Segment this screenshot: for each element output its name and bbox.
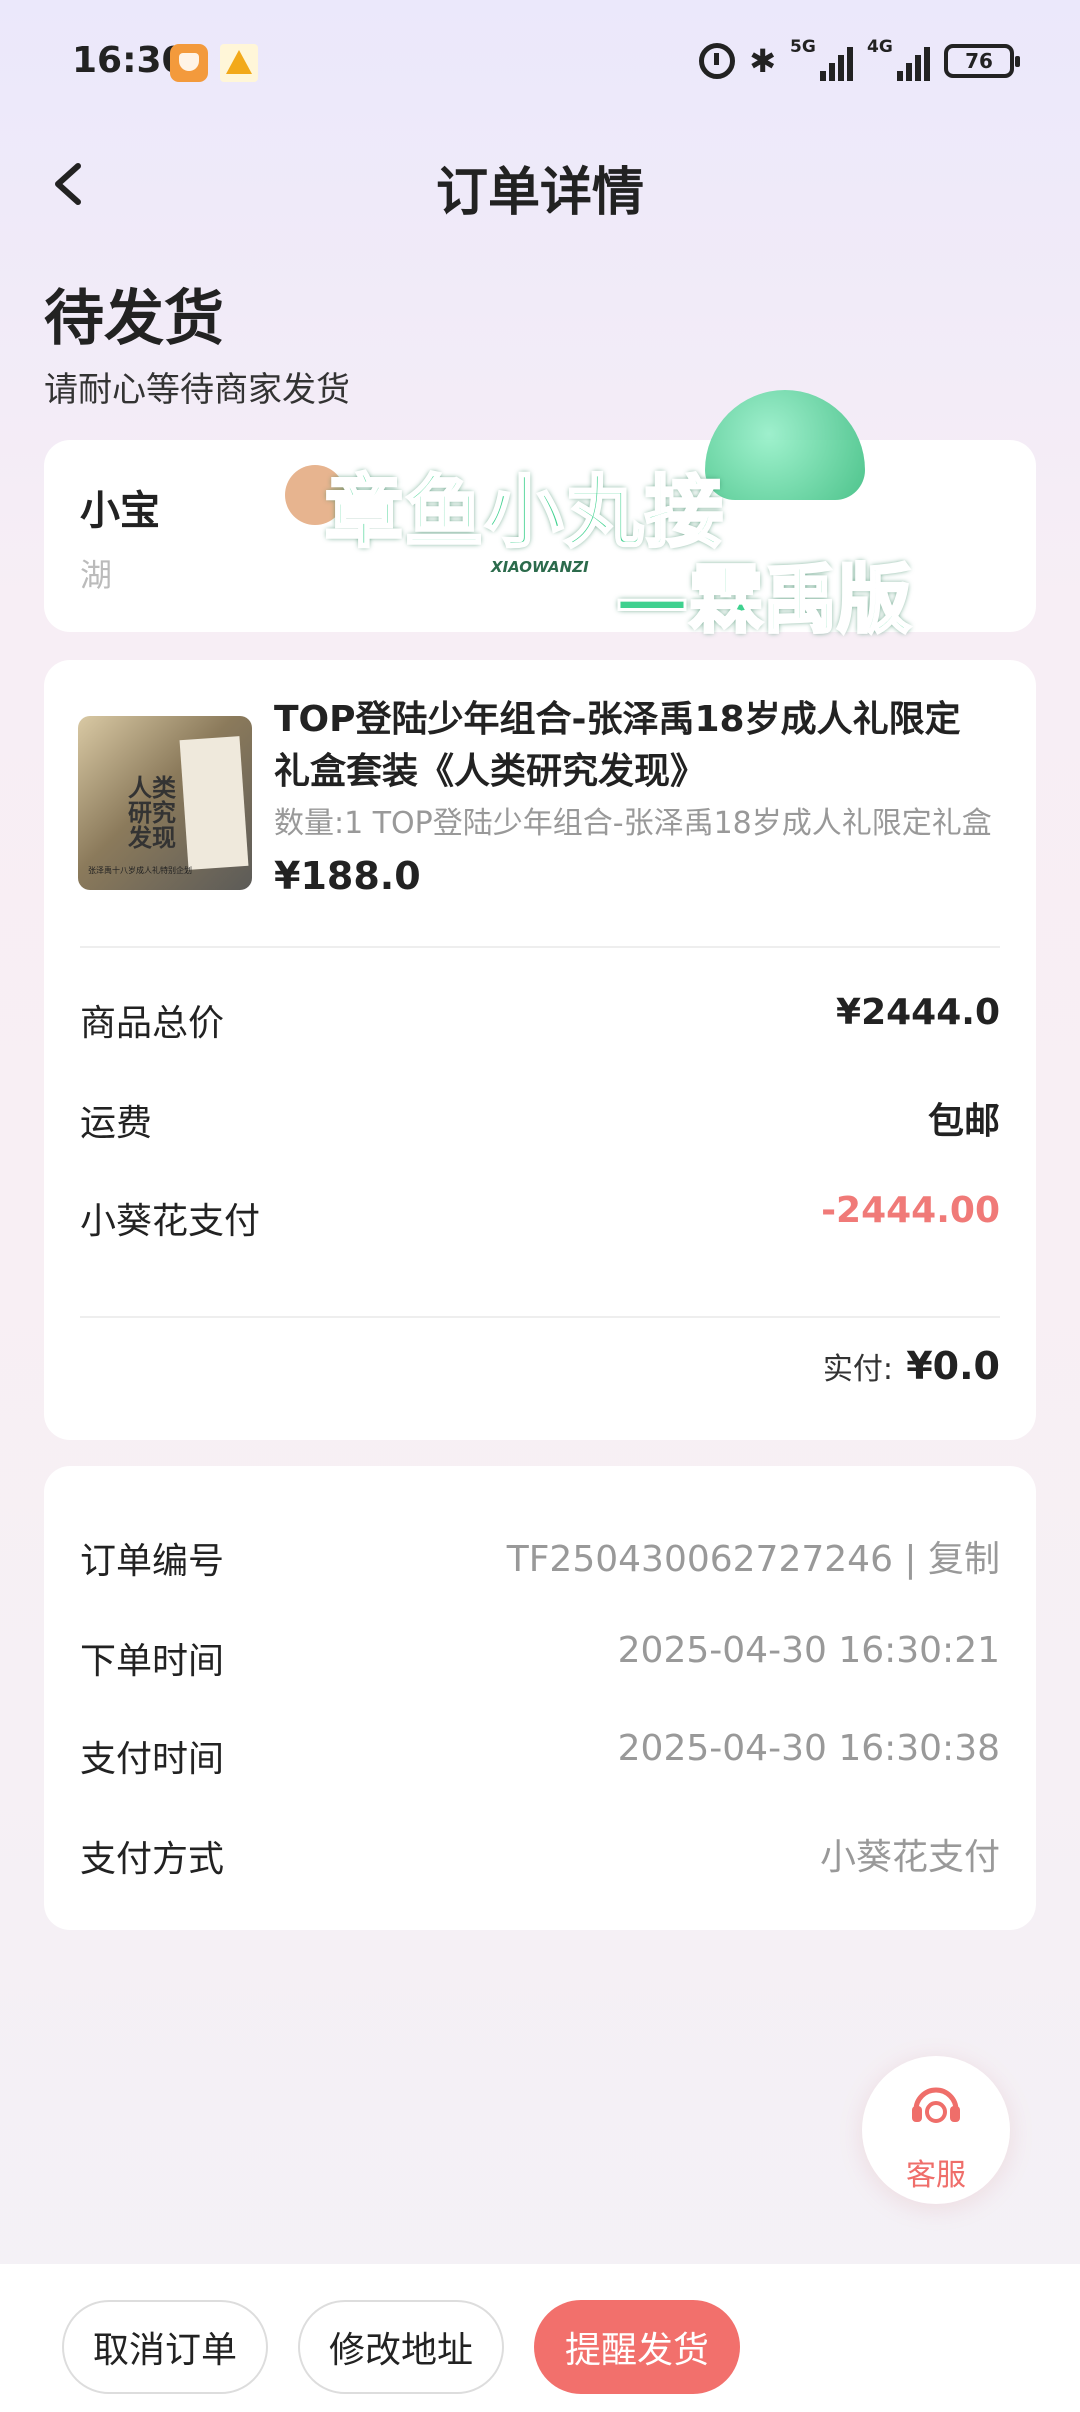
status-bar: 16:30 ✱ 5G 4G 76 [0, 0, 1080, 125]
info-value: 2025-04-30 16:30:21 [617, 1630, 1000, 1671]
price-row-value: ¥2444.0 [836, 992, 1000, 1033]
thumbnail-caption: 张泽禹十八岁成人礼特别企划 [88, 866, 192, 875]
price-row-label: 小葵花支付 [80, 1201, 261, 1242]
order-status-title: 待发货 [44, 284, 224, 354]
info-row-pay-time: 支付时间 2025-04-30 16:30:38 [80, 1722, 1000, 1782]
bluetooth-icon: ✱ [749, 42, 776, 80]
divider [80, 1316, 1000, 1318]
info-label: 下单时间 [80, 1641, 225, 1682]
info-value: 小葵花支付 [819, 1837, 1000, 1878]
order-info-card: 订单编号 TF250430062727246 | 复制 下单时间 2025-04… [44, 1466, 1036, 1930]
recipient-name: 小宝 [80, 488, 160, 534]
customer-service-button[interactable]: 客服 [862, 2056, 1010, 2204]
info-row-pay-method: 支付方式 小葵花支付 [80, 1822, 1000, 1882]
price-row-value: 包邮 [927, 1101, 1000, 1142]
info-label: 支付时间 [80, 1739, 225, 1780]
info-label: 支付方式 [80, 1839, 225, 1880]
modify-address-button[interactable]: 修改地址 [298, 2300, 504, 2394]
page-title: 订单详情 [435, 163, 644, 223]
status-indicators: ✱ 5G 4G 76 [699, 37, 1020, 84]
battery-icon: 76 [944, 44, 1020, 78]
network-type-label: 5G [790, 37, 816, 57]
watermark-sticker: 章鱼小丸接 XIAOWANZI —霖禹版 [285, 380, 935, 650]
app-notification-icon [170, 44, 208, 82]
price-row-subtotal: 商品总价 ¥2444.0 [80, 986, 1000, 1046]
watermark-subtext: XIAOWANZI [491, 558, 589, 576]
price-row-shipping: 运费 包邮 [80, 1086, 1000, 1146]
recipient-address: 湖 [80, 556, 113, 594]
warning-notification-icon [220, 44, 258, 82]
price-row-label: 商品总价 [80, 1003, 225, 1044]
product-card: 人类研究发现 张泽禹十八岁成人礼特别企划 TOP登陆少年组合-张泽禹18岁成人礼… [44, 660, 1036, 1440]
price-row-discount: 小葵花支付 -2444.00 [80, 1184, 1000, 1244]
headset-icon [912, 2087, 960, 2123]
signal-4g-icon: 4G [867, 37, 930, 81]
info-label: 订单编号 [80, 1541, 225, 1582]
divider [80, 946, 1000, 948]
price-row-label: 运费 [80, 1103, 153, 1144]
remind-shipping-button[interactable]: 提醒发货 [534, 2300, 740, 2394]
customer-service-label: 客服 [906, 2158, 966, 2193]
bottom-action-bar: 取消订单 修改地址 提醒发货 [0, 2264, 1080, 2412]
watermark-bubble-graphic [705, 390, 865, 500]
product-spec: 数量:1 TOP登陆少年组合-张泽禹18岁成人礼限定礼盒 [274, 806, 992, 841]
network-type-label: 4G [867, 37, 893, 57]
alarm-icon [699, 43, 736, 79]
watermark-edition: —霖禹版 [614, 556, 913, 645]
product-thumbnail[interactable]: 人类研究发现 张泽禹十八岁成人礼特别企划 [78, 716, 252, 890]
product-name[interactable]: TOP登陆少年组合-张泽禹18岁成人礼限定礼盒套装《人类研究发现》 [274, 694, 974, 798]
info-row-order-number: 订单编号 TF250430062727246 | 复制 [80, 1524, 1000, 1584]
paid-amount: 实付: ¥0.0 [823, 1344, 1000, 1388]
battery-level: 76 [965, 49, 993, 73]
info-value: 2025-04-30 16:30:38 [617, 1728, 1000, 1769]
order-number-copy[interactable]: TF250430062727246 | 复制 [507, 1530, 1000, 1582]
paid-value: ¥0.0 [906, 1344, 1000, 1388]
signal-5g-icon: 5G [790, 37, 853, 81]
cancel-order-button[interactable]: 取消订单 [62, 2300, 268, 2394]
paid-label: 实付: [822, 1352, 893, 1387]
thumbnail-title: 人类研究发现 [128, 774, 176, 853]
info-row-order-time: 下单时间 2025-04-30 16:30:21 [80, 1624, 1000, 1684]
price-row-value: -2444.00 [821, 1190, 1000, 1231]
product-price: ¥188.0 [274, 854, 421, 898]
